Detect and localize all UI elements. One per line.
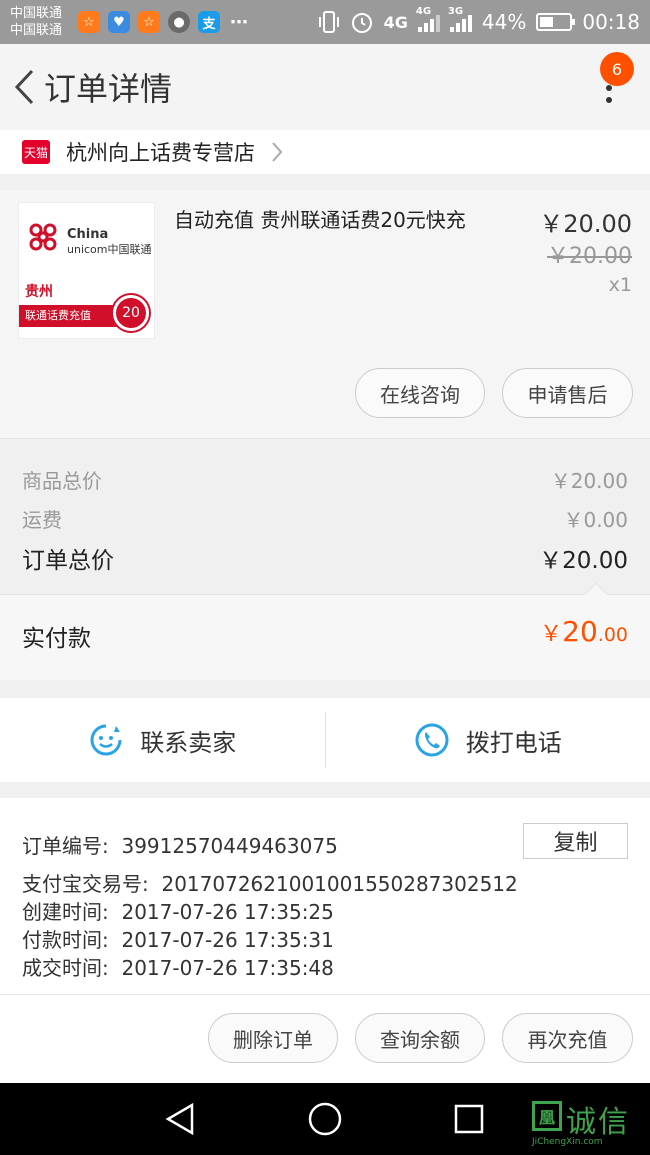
done-time-label: 成交时间: (22, 956, 109, 980)
avatar-icon: ● (168, 11, 190, 33)
signal-group-2: 3G (448, 6, 472, 32)
carrier-labels: 中国联通 中国联通 (10, 5, 72, 39)
carrier-1: 中国联通 (10, 6, 63, 21)
watermark-text: 诚信 (566, 1105, 630, 1140)
phone-icon (415, 723, 449, 757)
price-summary: 商品总价 ￥20.00 运费 ￥0.00 订单总价 ￥20.00 (0, 438, 650, 594)
product-item: China unicom中国联通 贵州 联通话费充值 20 自动充值 贵州联通话… (0, 190, 650, 438)
battery-icon (536, 13, 576, 31)
call-phone-label: 拨打电话 (465, 728, 562, 757)
network-type-1: 4G (383, 12, 408, 32)
order-info: 订单编号: 39912570449463075 复制 支付宝交易号: 20170… (0, 798, 650, 994)
product-thumbnail[interactable]: China unicom中国联通 贵州 联通话费充值 20 (18, 202, 155, 339)
network-type-3: 3G (447, 6, 464, 17)
page-title: 订单详情 (44, 70, 173, 108)
after-sale-button[interactable]: 申请售后 (502, 368, 633, 418)
chevron-left-icon (14, 69, 34, 105)
order-actions: 删除订单 查询余额 再次充值 (0, 994, 650, 1083)
more-notifications-icon: ⋯ (230, 11, 248, 33)
call-phone-button[interactable]: 拨打电话 (326, 698, 650, 782)
nav-recents-icon[interactable] (453, 1103, 485, 1135)
paid-amount-row: 实付款 ￥20.00 (0, 582, 650, 680)
order-total-label: 订单总价 (22, 548, 114, 574)
carrier-2: 中国联通 (10, 23, 63, 38)
clock: 00:18 (582, 10, 640, 34)
paid-label: 实付款 (22, 626, 91, 652)
paid-decimal: .00 (597, 624, 628, 646)
order-number-value: 39912570449463075 (121, 834, 338, 858)
chevron-right-icon (272, 142, 283, 162)
signal-group-1: 4G (416, 6, 440, 32)
unicom-logo-icon (29, 223, 57, 251)
shop-row[interactable]: 天猫 杭州向上话费专营店 (0, 130, 650, 174)
contact-seller-label: 联系卖家 (140, 728, 237, 757)
smiley-chat-icon (90, 724, 122, 756)
alipay-trade-value: 2017072621001001550287302512 (161, 872, 518, 896)
product-price: ￥20.00 (539, 210, 632, 238)
paid-integer: 20 (562, 615, 598, 648)
done-time-value: 2017-07-26 17:35:48 (121, 956, 334, 980)
shipping-row: 运费 ￥0.00 (22, 504, 628, 533)
order-number-label: 订单编号: (22, 834, 109, 858)
created-time-label: 创建时间: (22, 900, 109, 924)
app-header: 订单详情 6 (0, 44, 650, 130)
product-original-price: ￥20.00 (547, 244, 632, 269)
delete-order-button[interactable]: 删除订单 (208, 1013, 338, 1063)
brand-en-1: China (67, 227, 109, 242)
nav-back-icon[interactable] (164, 1102, 198, 1136)
created-time-row: 创建时间: 2017-07-26 17:35:25 (22, 896, 334, 925)
check-balance-button[interactable]: 查询余额 (355, 1013, 485, 1063)
product-quantity: x1 (608, 274, 632, 296)
tmall-icon: 天猫 (22, 140, 50, 164)
paid-time-row: 付款时间: 2017-07-26 17:35:31 (22, 924, 334, 953)
watermark-sub: JiChengXin.com (532, 1137, 603, 1147)
alipay-trade-label: 支付宝交易号: (22, 872, 149, 896)
product-title[interactable]: 自动充值 贵州联通话费20元快充 (174, 204, 466, 233)
watermark-logo: 凰 诚信 JiChengXin.com (532, 1097, 640, 1147)
status-right: 4G 4G 3G 44% 00:18 (318, 6, 640, 34)
goods-total-value: ￥20.00 (550, 469, 628, 493)
system-nav-bar: 凰 诚信 JiChengXin.com (0, 1083, 650, 1155)
alipay-icon: 支 (198, 11, 220, 33)
order-total-row: 订单总价 ￥20.00 (22, 541, 628, 575)
order-total-value: ￥20.00 (539, 548, 628, 574)
order-number-row: 订单编号: 39912570449463075 (22, 830, 338, 859)
message-count-badge: 6 (600, 52, 634, 86)
paid-time-value: 2017-07-26 17:35:31 (121, 928, 334, 952)
shop-name: 杭州向上话费专营店 (66, 141, 255, 165)
goods-total-label: 商品总价 (22, 469, 102, 493)
paid-currency: ￥ (540, 622, 563, 647)
vibrate-icon (318, 11, 339, 33)
shipping-label: 运费 (22, 508, 62, 532)
recharge-again-button[interactable]: 再次充值 (502, 1013, 633, 1063)
paid-time-label: 付款时间: (22, 928, 109, 952)
alipay-trade-row: 支付宝交易号: 2017072621001001550287302512 (22, 868, 518, 897)
goods-total-row: 商品总价 ￥20.00 (22, 465, 628, 494)
created-time-value: 2017-07-26 17:35:25 (121, 900, 334, 924)
back-button[interactable] (4, 57, 44, 117)
status-bar: 中国联通 中国联通 ☆ ♥ ☆ ● 支 ⋯ 4G 4G 3G 44% 00:18 (0, 0, 650, 44)
nav-home-icon[interactable] (307, 1101, 343, 1137)
battery-percent: 44% (481, 10, 527, 34)
shipping-value: ￥0.00 (563, 508, 628, 532)
contact-seller-button[interactable]: 联系卖家 (0, 698, 325, 782)
done-time-row: 成交时间: 2017-07-26 17:35:48 (22, 952, 334, 981)
uc-browser-icon: ☆ (78, 11, 100, 33)
uc-browser-icon: ☆ (138, 11, 160, 33)
online-consult-button[interactable]: 在线咨询 (355, 368, 485, 418)
amount-seal: 20 (113, 295, 149, 331)
alarm-icon (351, 13, 372, 33)
network-type-2: 4G (415, 6, 432, 17)
paid-value: ￥20.00 (540, 615, 628, 648)
contact-bar: 联系卖家 拨打电话 (0, 698, 650, 782)
province-label: 贵州 (25, 284, 53, 300)
copy-button[interactable]: 复制 (523, 823, 628, 859)
watermark-mark: 凰 (532, 1101, 562, 1131)
notification-icons: ☆ ♥ ☆ ● 支 ⋯ (78, 11, 250, 33)
brand-en-2: unicom中国联通 (67, 243, 152, 256)
health-icon: ♥ (108, 11, 130, 33)
